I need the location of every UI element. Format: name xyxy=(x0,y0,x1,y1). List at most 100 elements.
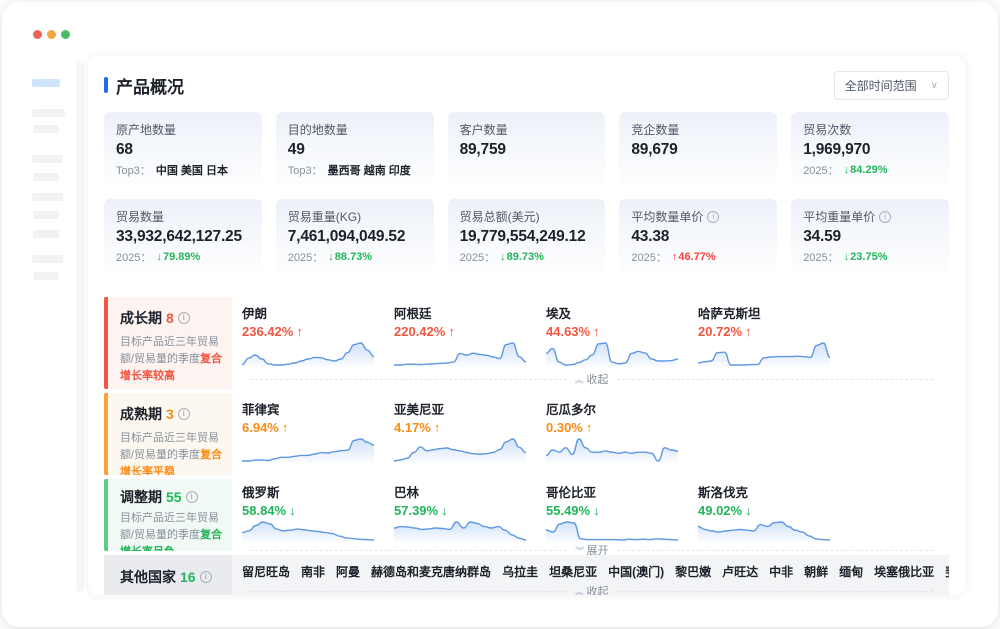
sidebar-item[interactable] xyxy=(32,155,63,163)
up-arrow-icon: ↑ xyxy=(296,324,303,339)
sidebar-item[interactable] xyxy=(33,173,59,181)
down-arrow-icon: ↓ xyxy=(289,503,296,518)
sidebar-item-active[interactable] xyxy=(32,79,60,87)
sparkline-chart xyxy=(546,520,678,542)
sidebar-item[interactable] xyxy=(32,109,65,117)
stat-value: 7,461,094,049.52 xyxy=(288,228,422,246)
stat-label: 贸易数量 xyxy=(116,208,164,225)
minimize-window-button[interactable] xyxy=(47,30,56,39)
stat-value: 68 xyxy=(116,141,250,159)
stat-footer: 2025： ↓89.73% xyxy=(460,249,594,265)
collapse-button[interactable]: 《 收起 xyxy=(575,583,609,595)
stat-card-trade-times: 贸易次数 1,969,970 2025： ↓84.29% xyxy=(791,112,949,186)
country-tag: 赫德岛和麦克唐纳群岛 xyxy=(371,563,491,580)
window-controls xyxy=(33,30,70,39)
maximize-window-button[interactable] xyxy=(61,30,70,39)
sidebar-item[interactable] xyxy=(33,125,59,133)
app-window: 产品概况 全部时间范围 ∨ 原产地数量 68 Top3：中国 美国 日本 目的地… xyxy=(2,2,998,627)
band-other-countries: 其他国家16 i 留尼旺岛南非阿曼赫德岛和麦克唐纳群岛乌拉圭坦桑尼亚中国(澳门)… xyxy=(104,555,949,595)
stat-label: 竞企数量 xyxy=(631,121,679,138)
stat-value: 34.59 xyxy=(803,228,937,246)
up-arrow-icon: ↑ xyxy=(745,324,752,339)
stat-value: 33,932,642,127.25 xyxy=(116,228,250,246)
band-label: 成长期8 i 目标产品近三年贸易额/贸易量的季度复合增长率较高 xyxy=(104,297,232,389)
country-trend-item: 哈萨克斯坦 20.72%↑ xyxy=(698,303,850,367)
country-trend-item: 厄瓜多尔 0.30%↑ xyxy=(546,399,698,463)
info-icon[interactable]: i xyxy=(200,571,212,583)
info-icon[interactable]: i xyxy=(186,491,198,503)
stat-card-avg-qty-price: 平均数量单价 i 43.38 2025： ↑46.77% xyxy=(619,199,777,273)
sidebar-item[interactable] xyxy=(33,230,59,238)
country-tag: 朝鲜 xyxy=(804,563,828,580)
lifecycle-bands: 成长期8 i 目标产品近三年贸易额/贸易量的季度复合增长率较高 伊朗 236.4… xyxy=(104,297,949,595)
sidebar-item[interactable] xyxy=(33,211,59,219)
stat-value: 43.38 xyxy=(631,228,765,246)
stat-label: 客户数量 xyxy=(460,121,508,138)
stat-label: 目的地数量 xyxy=(288,121,348,138)
info-icon[interactable]: i xyxy=(178,408,190,420)
stat-label: 原产地数量 xyxy=(116,121,176,138)
up-arrow-icon: ↑ xyxy=(593,324,600,339)
close-window-button[interactable] xyxy=(33,30,42,39)
country-tag: 阿曼 xyxy=(336,563,360,580)
country-tag: 留尼旺岛 xyxy=(242,563,290,580)
country-tag: 中非 xyxy=(769,563,793,580)
band-mature: 成熟期3 i 目标产品近三年贸易额/贸易量的季度复合增长率平稳 菲律宾 6.94… xyxy=(104,393,949,475)
up-arrow-icon: ↑ xyxy=(586,420,593,435)
product-overview-panel: 产品概况 全部时间范围 ∨ 原产地数量 68 Top3：中国 美国 日本 目的地… xyxy=(88,56,965,595)
country-tag: 埃塞俄比亚 xyxy=(874,563,934,580)
other-countries-list: 留尼旺岛南非阿曼赫德岛和麦克唐纳群岛乌拉圭坦桑尼亚中国(澳门)黎巴嫩卢旺达中非朝… xyxy=(242,563,949,580)
country-trend-item: 俄罗斯 58.84%↓ xyxy=(242,482,394,542)
chevron-down-icon: ∨ xyxy=(931,80,938,91)
down-arrow-icon: ↓ xyxy=(745,503,752,518)
collapse-button[interactable]: 《 收起 xyxy=(575,371,609,387)
country-trend-item: 亚美尼亚 4.17%↑ xyxy=(394,399,546,463)
info-icon[interactable]: i xyxy=(879,211,891,223)
up-arrow-icon: ↑ xyxy=(448,324,455,339)
time-range-dropdown[interactable]: 全部时间范围 ∨ xyxy=(834,71,949,100)
country-tag: 黎巴嫩 xyxy=(675,563,711,580)
panel-header: 产品概况 全部时间范围 ∨ xyxy=(104,72,949,98)
stat-label: 贸易总额(美元) xyxy=(460,208,540,225)
band-growth: 成长期8 i 目标产品近三年贸易额/贸易量的季度复合增长率较高 伊朗 236.4… xyxy=(104,297,949,389)
country-tag: 卢旺达 xyxy=(722,563,758,580)
stat-footer: 2025： ↓79.89% xyxy=(116,249,250,265)
country-tag: 坦桑尼亚 xyxy=(549,563,597,580)
collapse-divider: 《 收起 xyxy=(250,583,933,595)
country-trend-item: 埃及 44.63%↑ xyxy=(546,303,698,367)
info-icon[interactable]: i xyxy=(707,211,719,223)
stat-card-trade-weight: 贸易重量(KG) 7,461,094,049.52 2025： ↓88.73% xyxy=(276,199,434,273)
down-arrow-icon: ↓ xyxy=(500,251,506,263)
stat-label: 贸易重量(KG) xyxy=(288,208,361,225)
down-arrow-icon: ↓ xyxy=(593,503,600,518)
down-arrow-icon: ↓ xyxy=(441,503,448,518)
sidebar-item[interactable] xyxy=(32,255,63,263)
down-arrow-icon: ↓ xyxy=(844,251,850,263)
info-icon[interactable]: i xyxy=(178,312,190,324)
stat-card-avg-weight-price: 平均重量单价 i 34.59 2025： ↓23.75% xyxy=(791,199,949,273)
sparkline-chart xyxy=(546,341,678,367)
sparkline-chart xyxy=(242,341,374,367)
stat-value: 49 xyxy=(288,141,422,159)
sparkline-chart xyxy=(546,437,678,463)
stat-card-destination-count: 目的地数量 49 Top3：墨西哥 越南 印度 xyxy=(276,112,434,186)
stat-value: 1,969,970 xyxy=(803,141,937,159)
stat-card-trade-total: 贸易总额(美元) 19,779,554,249.12 2025： ↓89.73% xyxy=(448,199,606,273)
country-tag: 缅甸 xyxy=(839,563,863,580)
stat-value: 19,779,554,249.12 xyxy=(460,228,594,246)
sparkline-chart xyxy=(394,437,526,463)
sidebar-item[interactable] xyxy=(32,193,63,201)
stats-grid: 原产地数量 68 Top3：中国 美国 日本 目的地数量 49 Top3：墨西哥… xyxy=(104,112,949,273)
sparkline-chart xyxy=(242,520,374,542)
country-tag: 南非 xyxy=(301,563,325,580)
time-range-value: 全部时间范围 xyxy=(845,77,917,94)
band-adjustment: 调整期55 i 目标产品近三年贸易额/贸易量的季度复合增长率呈负 俄罗斯 58.… xyxy=(104,479,949,551)
stat-footer: 2025： ↑46.77% xyxy=(631,249,765,265)
collapse-divider: 《 收起 xyxy=(250,371,933,387)
up-arrow-icon: ↑ xyxy=(434,420,441,435)
stat-label: 贸易次数 xyxy=(803,121,851,138)
sidebar-divider xyxy=(76,62,84,592)
country-trend-item: 伊朗 236.42%↑ xyxy=(242,303,394,367)
sidebar-item[interactable] xyxy=(33,272,59,280)
sparkline-chart xyxy=(698,520,830,542)
